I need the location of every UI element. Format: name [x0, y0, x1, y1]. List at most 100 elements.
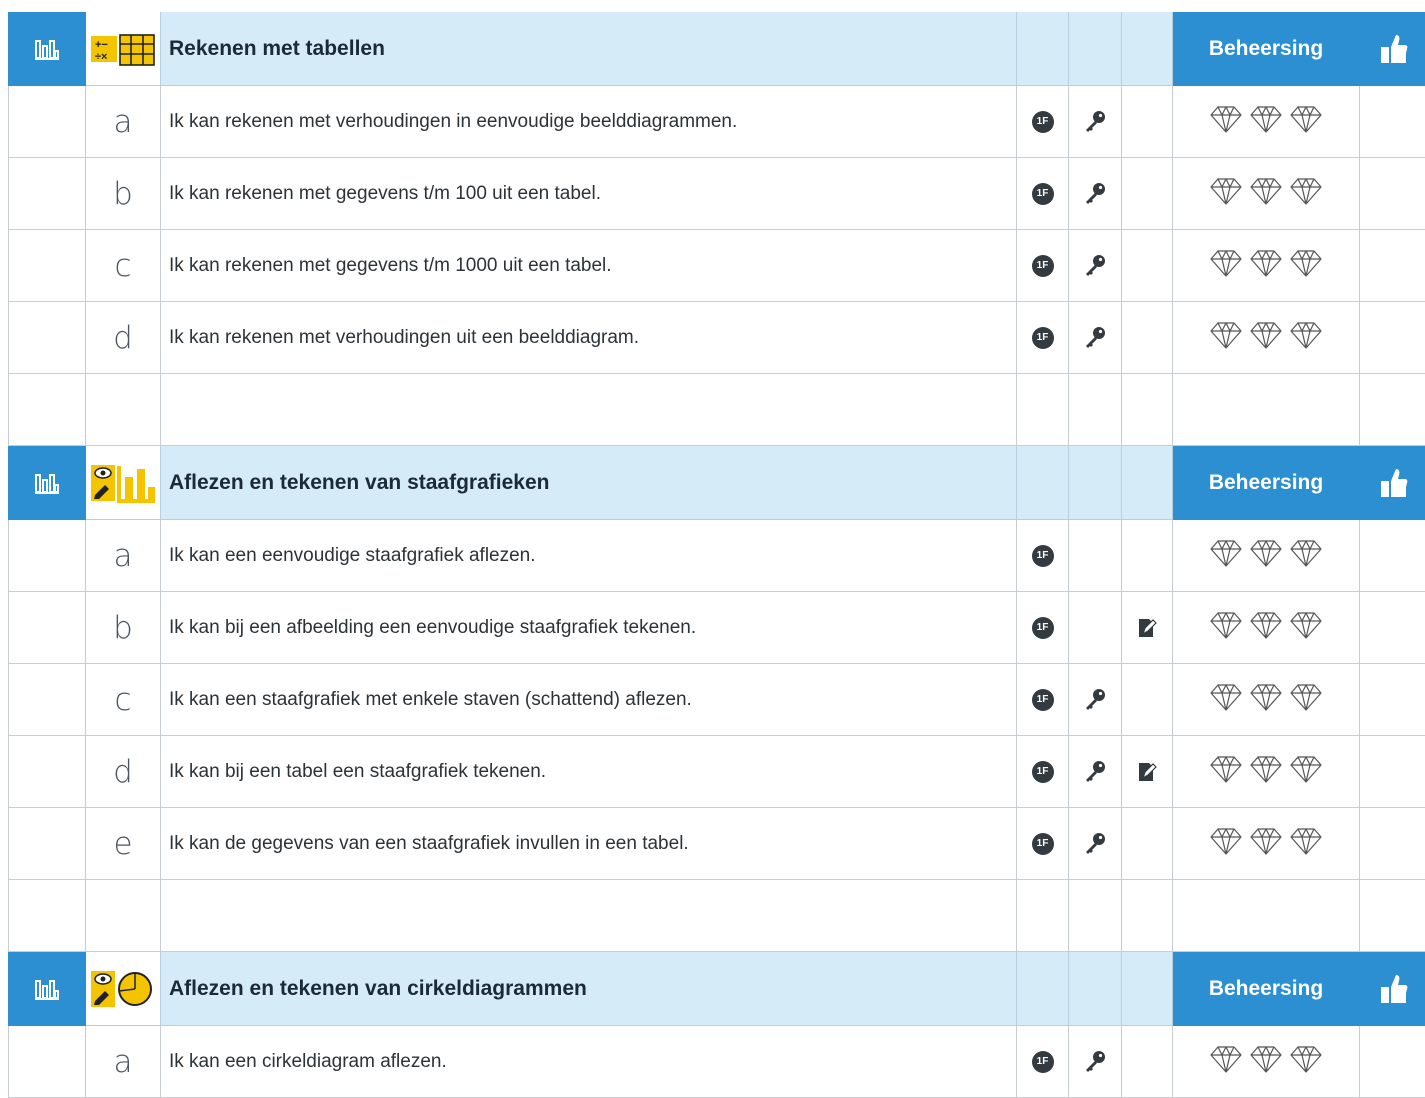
level-cell: 1F [1017, 158, 1069, 230]
diamond-rating[interactable] [1209, 610, 1243, 645]
mastery-diamonds [1209, 826, 1323, 861]
topic-icon-cell: +− ÷× [86, 12, 161, 86]
diamond-rating[interactable] [1209, 682, 1243, 717]
thumbs-up-cell[interactable] [1360, 12, 1425, 86]
diamond-icon [1290, 612, 1322, 639]
goal-statement-text: Ik kan een staafgrafiek met enkele stave… [169, 688, 692, 710]
svg-text:+−: +− [95, 39, 108, 51]
goal-letter: c [86, 230, 161, 302]
diamond-rating[interactable] [1289, 104, 1323, 139]
goal-row: d Ik kan bij een tabel een staafgrafiek t… [8, 736, 1425, 808]
bar-chart-icon [35, 473, 59, 494]
diamond-rating[interactable] [1289, 538, 1323, 573]
diamond-icon [1210, 828, 1242, 855]
mastery-diamonds [1209, 538, 1323, 573]
thumb-cell [1360, 158, 1425, 230]
goal-row: c Ik kan een staafgrafiek met enkele stav… [8, 664, 1425, 736]
diamond-rating[interactable] [1209, 538, 1243, 573]
empty-cell [1360, 374, 1425, 446]
diamond-rating[interactable] [1289, 754, 1323, 789]
diamond-rating[interactable] [1289, 320, 1323, 355]
mastery-diamonds [1209, 248, 1323, 283]
empty-cell [1360, 880, 1425, 952]
diamond-icon [1250, 756, 1282, 783]
read-draw-pie-chart-icon [91, 970, 152, 1007]
diamond-rating[interactable] [1249, 610, 1283, 645]
diamond-rating[interactable] [1249, 538, 1283, 573]
edit-document-icon [1139, 618, 1157, 637]
level-1f-icon: 1F [1031, 760, 1054, 783]
diamond-rating[interactable] [1209, 754, 1243, 789]
diamond-rating[interactable] [1209, 1044, 1243, 1079]
thumbs-up-cell[interactable] [1360, 446, 1425, 520]
mastery-cell [1173, 1026, 1360, 1098]
thumb-cell [1360, 592, 1425, 664]
diamond-rating[interactable] [1289, 248, 1323, 283]
empty-cell [8, 230, 86, 302]
section-header: Aflezen en tekenen van staafgrafieken Beh… [8, 446, 1425, 520]
mastery-diamonds [1209, 682, 1323, 717]
mastery-cell [1173, 808, 1360, 880]
edit-cell [1122, 664, 1173, 736]
goal-statement: Ik kan bij een afbeelding een eenvoudige… [161, 592, 1017, 664]
empty-cell [8, 86, 86, 158]
goal-letter: d [86, 302, 161, 374]
topic-icon-cell [86, 952, 161, 1026]
stats-cell[interactable] [8, 952, 86, 1026]
key-cell [1069, 230, 1122, 302]
diamond-icon [1250, 250, 1282, 277]
section-title: Aflezen en tekenen van cirkeldiagrammen [161, 952, 1017, 1026]
diamond-rating[interactable] [1289, 826, 1323, 861]
diamond-rating[interactable] [1249, 1044, 1283, 1079]
diamond-rating[interactable] [1289, 176, 1323, 211]
key-cell [1069, 736, 1122, 808]
diamond-rating[interactable] [1209, 320, 1243, 355]
goal-letter: b [86, 158, 161, 230]
level-col-header [1017, 952, 1069, 1026]
empty-cell [161, 880, 1017, 952]
diamond-rating[interactable] [1209, 248, 1243, 283]
level-1f-icon: 1F [1031, 544, 1054, 567]
diamond-rating[interactable] [1289, 610, 1323, 645]
goal-row: c Ik kan rekenen met gegevens t/m 1000 ui… [8, 230, 1425, 302]
edit-cell [1122, 302, 1173, 374]
mastery-diamonds [1209, 1044, 1323, 1079]
beheersing-header: Beheersing [1173, 12, 1360, 86]
key-cell [1069, 664, 1122, 736]
key-icon [1086, 254, 1105, 276]
key-cell [1069, 1026, 1122, 1098]
goal-statement: Ik kan rekenen met verhoudingen in eenvo… [161, 86, 1017, 158]
diamond-rating[interactable] [1289, 1044, 1323, 1079]
section-header: Aflezen en tekenen van cirkeldiagrammen B… [8, 952, 1425, 1026]
goal-statement: Ik kan een staafgrafiek met enkele stave… [161, 664, 1017, 736]
beheersing-header: Beheersing [1173, 952, 1360, 1026]
thumbs-up-cell[interactable] [1360, 952, 1425, 1026]
goal-row: e Ik kan de gegevens van een staafgrafiek… [8, 808, 1425, 880]
diamond-rating[interactable] [1209, 826, 1243, 861]
diamond-icon [1290, 106, 1322, 133]
diamond-icon [1210, 106, 1242, 133]
level-cell: 1F [1017, 592, 1069, 664]
empty-cell [1122, 374, 1173, 446]
goal-letter-text: c [114, 681, 132, 718]
diamond-rating[interactable] [1249, 320, 1283, 355]
goal-statement-text: Ik kan bij een tabel een staafgrafiek te… [169, 760, 547, 782]
stats-cell[interactable] [8, 12, 86, 86]
empty-cell [8, 664, 86, 736]
diamond-rating[interactable] [1249, 176, 1283, 211]
level-1f-icon: 1F [1031, 254, 1054, 277]
diamond-icon [1210, 178, 1242, 205]
empty-cell [8, 520, 86, 592]
diamond-rating[interactable] [1249, 826, 1283, 861]
diamond-rating[interactable] [1249, 104, 1283, 139]
goal-row: b Ik kan bij een afbeelding een eenvoudig… [8, 592, 1425, 664]
diamond-rating[interactable] [1249, 682, 1283, 717]
edit-cell [1122, 1026, 1173, 1098]
diamond-rating[interactable] [1249, 248, 1283, 283]
level-cell: 1F [1017, 736, 1069, 808]
diamond-rating[interactable] [1249, 754, 1283, 789]
diamond-rating[interactable] [1209, 104, 1243, 139]
stats-cell[interactable] [8, 446, 86, 520]
diamond-rating[interactable] [1289, 682, 1323, 717]
diamond-rating[interactable] [1209, 176, 1243, 211]
